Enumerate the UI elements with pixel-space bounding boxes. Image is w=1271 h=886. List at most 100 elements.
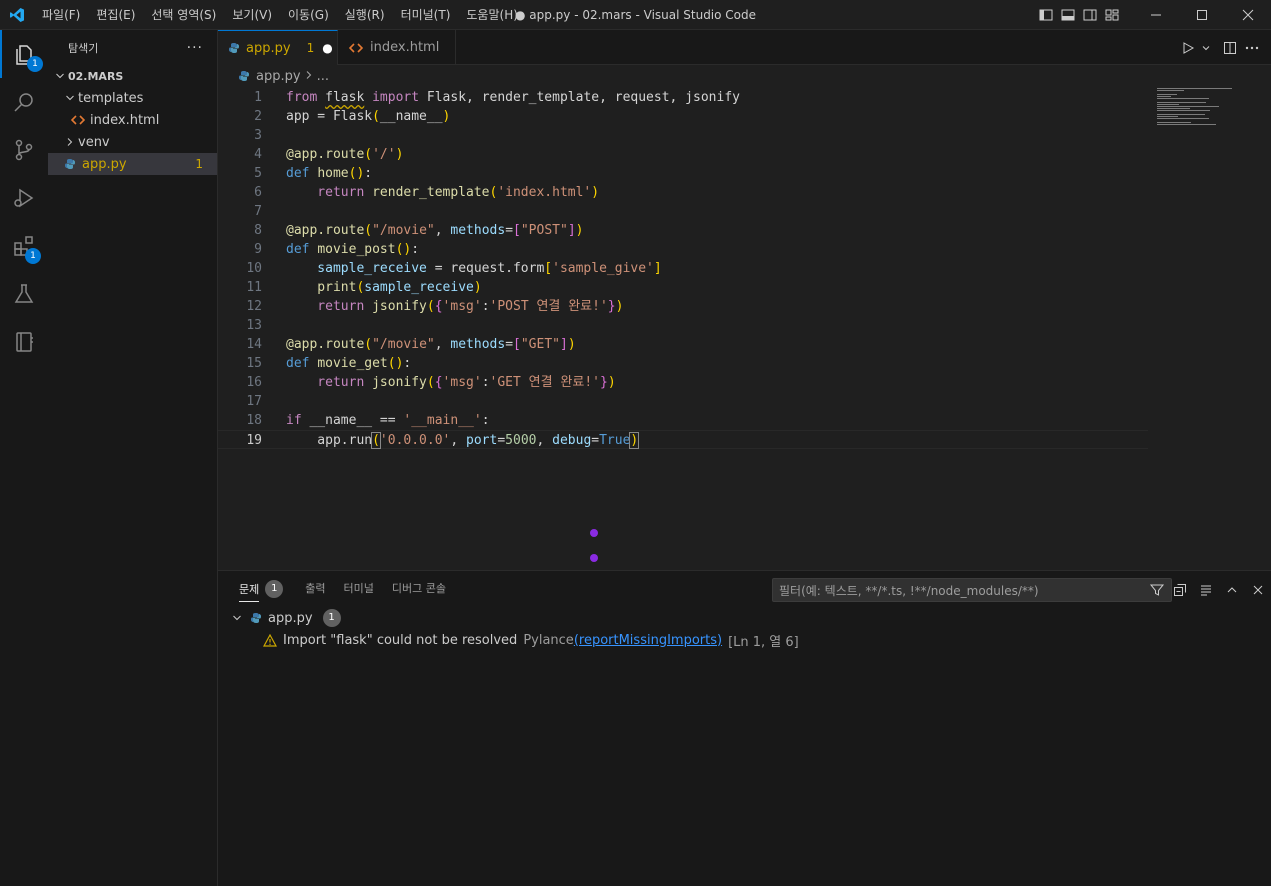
menu-selection[interactable]: 선택 영역(S) [143,0,224,30]
code-token: : [411,242,420,257]
line-number: 18 [246,413,262,428]
view-as-list-icon[interactable] [1193,578,1219,602]
maximize-icon[interactable] [1179,0,1225,30]
tree-item-venv[interactable]: venv [48,131,217,153]
code-token: = [497,433,506,448]
code-token: 'msg' [442,299,482,314]
problem-code-link[interactable]: (reportMissingImports) [574,633,722,648]
menu-view[interactable]: 보기(V) [224,0,280,30]
title-bar: 파일(F) 편집(E) 선택 영역(S) 보기(V) 이동(G) 실행(R) 터… [0,0,1271,30]
code-line[interactable]: 12 return jsonify({'msg':'POST 연결 완료!'}) [218,297,1148,316]
code-token: , [450,433,467,448]
close-panel-icon[interactable] [1245,578,1271,602]
code-token: ) [442,109,451,124]
editor-actions [1177,30,1271,65]
menu-run[interactable]: 실행(R) [337,0,393,30]
code-token: { [434,375,443,390]
unsaved-dot-icon[interactable]: ● [322,41,332,55]
panel-actions [1167,578,1271,602]
tree-item-index-html[interactable]: index.html [48,109,217,131]
code-line[interactable]: 15 def movie_get(): [218,354,1148,373]
line-content: @app.route('/') [286,145,403,164]
code-line[interactable]: 19 app.run('0.0.0.0', port=5000, debug=T… [218,430,1148,449]
explorer-sidebar: 탐색기 ··· 02.MARS templates index.html ven… [48,30,218,886]
explorer-icon[interactable]: 1 [0,30,48,78]
notebook-icon[interactable] [0,318,48,366]
code-line[interactable]: 8 @app.route("/movie", methods=["POST"]) [218,221,1148,240]
minimize-icon[interactable] [1133,0,1179,30]
line-content: def home(): [286,164,372,183]
menu-go[interactable]: 이동(G) [280,0,337,30]
code-line[interactable]: 2 app = Flask(__name__) [218,107,1148,126]
code-editor[interactable]: 1 from flask import Flask, render_templat… [218,87,1271,570]
minimap[interactable] [1149,87,1271,570]
run-dropdown-icon[interactable] [1199,37,1213,59]
toggle-primary-sidebar-icon[interactable] [1035,0,1057,30]
line-number: 2 [254,109,262,124]
tab-terminal[interactable]: 터미널 [335,571,383,606]
run-debug-icon[interactable] [0,174,48,222]
menu-help[interactable]: 도움말(H) [458,0,526,30]
code-token: 'msg' [442,375,482,390]
code-line[interactable]: 11 print(sample_receive) [218,278,1148,297]
workspace-root[interactable]: 02.MARS [48,65,217,87]
problem-file-count: 1 [322,609,341,627]
breadcrumb-file[interactable]: app.py [256,69,301,84]
split-editor-icon[interactable] [1219,37,1241,59]
collapse-all-icon[interactable] [1167,578,1193,602]
search-icon[interactable] [0,78,48,126]
breadcrumb-symbols[interactable]: ... [317,69,329,84]
tab-app-py[interactable]: app.py 1 ● [218,30,338,65]
code-token: ( [364,337,373,352]
line-content: print(sample_receive) [286,278,481,297]
menu-terminal[interactable]: 터미널(T) [393,0,459,30]
menu-edit[interactable]: 편집(E) [88,0,143,30]
tab-index-html[interactable]: index.html [338,30,456,65]
toggle-panel-icon[interactable] [1057,0,1079,30]
code-line[interactable]: 17 [218,392,1148,411]
extensions-icon[interactable]: 1 [0,222,48,270]
code-line[interactable]: 13 [218,316,1148,335]
code-line[interactable]: 1 from flask import Flask, render_templat… [218,88,1148,107]
toggle-secondary-sidebar-icon[interactable] [1079,0,1101,30]
tab-output[interactable]: 출력 [296,571,334,606]
tree-item-templates[interactable]: templates [48,87,217,109]
code-line[interactable]: 5 def home(): [218,164,1148,183]
tab-problems[interactable]: 문제 1 [230,571,292,606]
code-line[interactable]: 18 if __name__ == '__main__': [218,411,1148,430]
problem-file-row[interactable]: app.py 1 [232,607,341,629]
code-line[interactable]: 6 return render_template('index.html') [218,183,1148,202]
testing-flask-icon[interactable] [0,270,48,318]
close-window-icon[interactable] [1225,0,1271,30]
customize-layout-icon[interactable] [1101,0,1123,30]
line-content: @app.route("/movie", methods=["GET"]) [286,335,576,354]
tab-debug-console[interactable]: 디버그 콘솔 [383,571,455,606]
code-token: sample_receive [286,261,427,276]
code-line[interactable]: 10 sample_receive = request.form['sample… [218,259,1148,278]
line-number: 5 [254,166,262,181]
code-line[interactable]: 16 return jsonify({'msg':'GET 연결 완료!'}) [218,373,1148,392]
html-file-icon [70,112,86,128]
more-actions-icon[interactable] [1241,37,1263,59]
code-line[interactable]: 7 [218,202,1148,221]
source-control-icon[interactable] [0,126,48,174]
filter-icon[interactable] [1149,582,1165,601]
code-line[interactable]: 3 [218,126,1148,145]
problem-source: Pylance [523,632,574,648]
code-token: "/movie" [372,223,435,238]
code-line[interactable]: 14 @app.route("/movie", methods=["GET"]) [218,335,1148,354]
code-token: ( [364,147,373,162]
maximize-panel-icon[interactable] [1219,578,1245,602]
code-line[interactable]: 9 def movie_post(): [218,240,1148,259]
menu-file[interactable]: 파일(F) [34,0,88,30]
code-line[interactable]: 4 @app.route('/') [218,145,1148,164]
line-content: app.run('0.0.0.0', port=5000, debug=True… [286,431,640,450]
run-file-icon[interactable] [1177,37,1199,59]
minimap-line [1157,122,1191,123]
tree-item-app-py[interactable]: app.py 1 [48,153,217,175]
problems-filter-input[interactable]: 필터(예: 텍스트, **/*.ts, !**/node_modules/**) [772,578,1172,602]
chevron-right-icon [305,69,313,84]
code-token: app = Flask [286,109,373,124]
problem-item[interactable]: Import "flask" could not be resolved Pyl… [263,629,799,651]
more-actions-icon[interactable]: ··· [187,40,203,56]
